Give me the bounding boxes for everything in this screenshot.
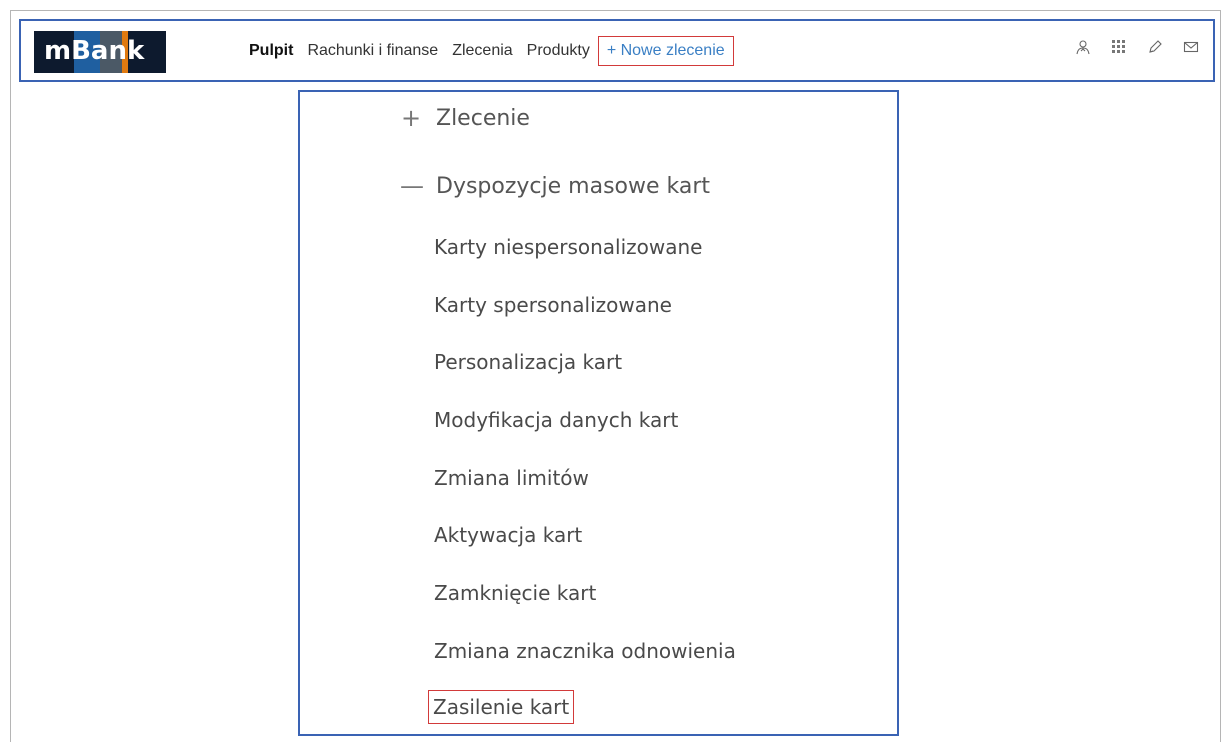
menu-item-zasilenie-kart[interactable]: Zasilenie kart bbox=[428, 690, 575, 724]
main-nav: Pulpit Rachunki i finanse Zlecenia Produ… bbox=[249, 35, 748, 67]
collapse-minus-icon: — bbox=[400, 172, 424, 200]
menu-item-zamkniecie-kart[interactable]: Zamknięcie kart bbox=[434, 581, 596, 605]
nav-item-rachunki[interactable]: Rachunki i finanse bbox=[307, 42, 438, 60]
pen-icon[interactable] bbox=[1147, 39, 1163, 55]
logo-text: mBank bbox=[44, 36, 145, 66]
apps-grid-icon[interactable] bbox=[1111, 39, 1127, 55]
menu-section-zlecenie[interactable]: + Zlecenie bbox=[400, 104, 530, 132]
menu-item-aktywacja-kart[interactable]: Aktywacja kart bbox=[434, 523, 582, 547]
menu-item-modyfikacja-danych[interactable]: Modyfikacja danych kart bbox=[434, 408, 678, 432]
menu-item-personalizacja-kart[interactable]: Personalizacja kart bbox=[434, 350, 622, 374]
new-order-link[interactable]: + Nowe zlecenie bbox=[597, 36, 734, 66]
menu-item-karty-niespersonalizowane[interactable]: Karty niespersonalizowane bbox=[434, 235, 703, 259]
top-navigation-bar: mBank Pulpit Rachunki i finanse Zlecenia… bbox=[19, 19, 1215, 82]
menu-item-zmiana-znacznika[interactable]: Zmiana znacznika odnowienia bbox=[434, 639, 736, 663]
nav-item-produkty[interactable]: Produkty bbox=[527, 42, 590, 60]
expand-plus-icon: + bbox=[400, 104, 422, 132]
menu-item-karty-spersonalizowane[interactable]: Karty spersonalizowane bbox=[434, 293, 672, 317]
menu-section-label: Zlecenie bbox=[436, 105, 530, 131]
menu-section-dyspozycje[interactable]: — Dyspozycje masowe kart bbox=[400, 172, 710, 200]
dropdown-menu-panel: + Zlecenie — Dyspozycje masowe kart Kart… bbox=[298, 90, 899, 736]
mbank-logo[interactable]: mBank bbox=[34, 31, 166, 73]
user-icon[interactable] bbox=[1075, 39, 1091, 55]
nav-item-zlecenia[interactable]: Zlecenia bbox=[452, 42, 512, 60]
menu-section-label: Dyspozycje masowe kart bbox=[436, 173, 711, 199]
mail-icon[interactable] bbox=[1183, 39, 1199, 55]
nav-item-pulpit[interactable]: Pulpit bbox=[249, 42, 293, 60]
menu-item-zmiana-limitow[interactable]: Zmiana limitów bbox=[434, 466, 589, 490]
header-icons bbox=[1055, 39, 1199, 55]
